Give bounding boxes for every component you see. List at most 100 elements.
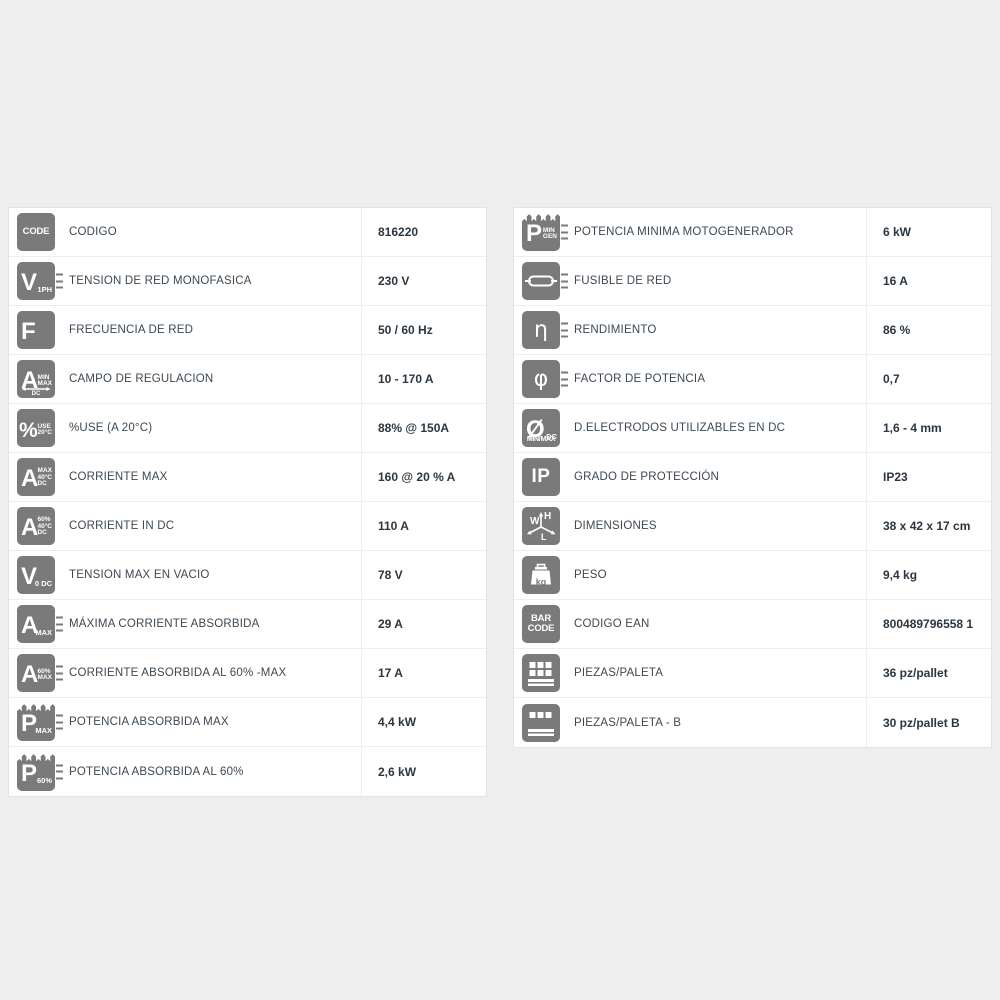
pallet-pieces-b-icon bbox=[522, 703, 568, 743]
spec-label-cell: BAR CODE CODIGO EAN bbox=[514, 600, 867, 648]
svg-text:H: H bbox=[544, 511, 551, 522]
spec-row: V 1PH TENSION DE RED MONOFASICA 230 V bbox=[9, 257, 486, 306]
spec-value-cell: 9,4 kg bbox=[867, 551, 991, 599]
spec-value-text: 800489796558 1 bbox=[883, 617, 974, 631]
weight-unit-label: kg bbox=[535, 577, 547, 587]
generator-min-power-icon: P MIN GEN bbox=[522, 212, 568, 252]
spec-value-text: 110 A bbox=[378, 519, 409, 533]
current-60-dc-icon: A 60% 40°C DC bbox=[17, 506, 63, 546]
spec-row: A 60% MAX CORRIENTE ABSORBIDA AL 60% -MAX 17… bbox=[9, 649, 486, 698]
spec-label-cell: IP GRADO DE PROTECCIÓN bbox=[514, 453, 867, 501]
spec-table-right: P MIN GEN POTENCIA MINIMA MOTOGENERADOR 6 kW… bbox=[513, 207, 992, 748]
weight-glyph bbox=[531, 563, 551, 585]
icon-glyph-main: A bbox=[21, 514, 39, 541]
fuse-glyph bbox=[525, 275, 557, 287]
spec-value-text: 50 / 60 Hz bbox=[378, 323, 433, 337]
spec-value-cell: 110 A bbox=[362, 502, 486, 550]
spec-label-text: GRADO DE PROTECCIÓN bbox=[574, 471, 720, 483]
spec-value-text: 6 kW bbox=[883, 225, 912, 239]
spec-value-cell: 816220 bbox=[362, 208, 486, 256]
spec-label-text: CORRIENTE MAX bbox=[69, 471, 168, 483]
connector-ticks-icon bbox=[561, 322, 568, 338]
current-max-icon: A MAX 40°C DC bbox=[17, 457, 63, 497]
spec-label-text: POTENCIA ABSORBIDA AL 60% bbox=[69, 765, 244, 778]
spec-value-cell: 10 - 170 A bbox=[362, 355, 486, 403]
spec-label-cell: V 0 DC TENSION MAX EN VACIO bbox=[9, 551, 362, 599]
spec-label-cell: CODE CODIGO bbox=[9, 208, 362, 256]
code-icon: CODE bbox=[17, 212, 63, 252]
connector-ticks-icon bbox=[56, 616, 63, 632]
spec-row: A 60% 40°C DC CORRIENTE IN DC 110 A bbox=[9, 502, 486, 551]
spec-value-cell: 800489796558 1 bbox=[867, 600, 991, 648]
icon-glyph-sub: 60% bbox=[36, 775, 52, 785]
connector-ticks-icon bbox=[56, 764, 63, 779]
spec-value-cell: 1,6 - 4 mm bbox=[867, 404, 991, 452]
pallet-glyph bbox=[528, 662, 554, 686]
spec-row: IP GRADO DE PROTECCIÓN IP23 bbox=[514, 453, 991, 502]
mains-voltage-1ph-icon-box: V 1PH bbox=[17, 262, 55, 300]
icon-glyph-greek: φ bbox=[533, 366, 549, 392]
spec-label-cell: A MIN MAX DC CAMPO DE REGULACION bbox=[9, 355, 362, 403]
spec-value-text: 160 @ 20 % A bbox=[378, 470, 456, 484]
icon-glyph-main: % bbox=[19, 419, 38, 442]
duty-cycle-percent-icon: % USE 20°C bbox=[17, 408, 63, 448]
spec-row: φ FACTOR DE POTENCIA 0,7 bbox=[514, 355, 991, 404]
spec-value-cell: 16 A bbox=[867, 257, 991, 305]
connector-ticks-icon bbox=[56, 273, 63, 289]
absorbed-current-max-icon: A MAX bbox=[17, 604, 63, 644]
power-factor-phi-icon: φ bbox=[522, 359, 568, 399]
spec-label-cell: F FRECUENCIA DE RED bbox=[9, 306, 362, 354]
frequency-icon-box: F bbox=[17, 311, 55, 349]
spec-label-cell: A MAX MÁXIMA CORRIENTE ABSORBIDA bbox=[9, 600, 362, 648]
spec-value-cell: 0,7 bbox=[867, 355, 991, 403]
spec-value-text: 17 A bbox=[378, 666, 403, 680]
spec-row: F FRECUENCIA DE RED 50 / 60 Hz bbox=[9, 306, 486, 355]
spec-label-text: %USE (A 20°C) bbox=[69, 422, 153, 434]
icon-glyph-sub: 1PH bbox=[37, 285, 52, 294]
spec-value-cell: 6 kW bbox=[867, 208, 991, 256]
spec-row: CODE CODIGO 816220 bbox=[9, 208, 486, 257]
spec-row: P MAX POTENCIA ABSORBIDA MAX 4,4 kW bbox=[9, 698, 486, 747]
spec-value-cell: 50 / 60 Hz bbox=[362, 306, 486, 354]
spec-label-text: PIEZAS/PALETA bbox=[574, 667, 664, 679]
spec-row: W H L DIMENSIONES 38 x 42 x 17 cm bbox=[514, 502, 991, 551]
spec-label-cell: φ FACTOR DE POTENCIA bbox=[514, 355, 867, 403]
spec-value-cell: 4,4 kW bbox=[362, 698, 486, 746]
spec-label-cell: V 1PH TENSION DE RED MONOFASICA bbox=[9, 257, 362, 305]
spec-label-cell: A MAX 40°C DC CORRIENTE MAX bbox=[9, 453, 362, 501]
spec-value-text: 0,7 bbox=[883, 372, 900, 386]
code-icon-box: CODE bbox=[17, 213, 55, 251]
spec-value-text: 78 V bbox=[378, 568, 403, 582]
spec-value-text: 30 pz/pallet B bbox=[883, 715, 960, 730]
efficiency-eta-icon-box: η bbox=[522, 311, 560, 349]
current-max-icon-box: A MAX 40°C DC bbox=[17, 458, 55, 496]
icon-glyph-main: V bbox=[21, 269, 38, 296]
spec-value-text: 36 pz/pallet bbox=[883, 666, 948, 680]
icon-glyph-text: CODE bbox=[22, 226, 50, 238]
open-circuit-voltage-icon-box: V 0 DC bbox=[17, 556, 55, 594]
spec-value-cell: 38 x 42 x 17 cm bbox=[867, 502, 991, 550]
spec-value-cell: 78 V bbox=[362, 551, 486, 599]
svg-text:L: L bbox=[541, 532, 547, 542]
weight-kg-icon: kg bbox=[522, 555, 568, 595]
spec-label-cell: FUSIBLE DE RED bbox=[514, 257, 867, 305]
dimensions-whl-icon-box: WHL bbox=[522, 507, 560, 545]
spec-label-cell: P MIN GEN POTENCIA MINIMA MOTOGENERADOR bbox=[514, 208, 867, 256]
spec-value-cell: 36 pz/pallet bbox=[867, 649, 991, 697]
spec-label-text: CORRIENTE ABSORBIDA AL 60% -MAX bbox=[69, 667, 287, 679]
barcode-icon-box: BAR CODE bbox=[522, 605, 560, 643]
absorbed-power-max-icon: P MAX bbox=[17, 702, 63, 742]
absorbed-current-max-icon-box: A MAX bbox=[17, 605, 55, 643]
spec-table-left: CODE CODIGO 816220 V 1PH TENSION DE RED MONOF… bbox=[8, 207, 487, 797]
spec-label-text: CAMPO DE REGULACION bbox=[69, 373, 214, 385]
spec-label-cell: A 60% MAX CORRIENTE ABSORBIDA AL 60% -MAX bbox=[9, 649, 362, 697]
spec-tables-container: CODE CODIGO 816220 V 1PH TENSION DE RED MONOF… bbox=[8, 207, 992, 797]
icon-glyph-sub: 60% 40°C DC bbox=[37, 516, 52, 537]
power-factor-phi-icon-box: φ bbox=[522, 360, 560, 398]
absorbed-power-60-icon: P 60% bbox=[17, 752, 63, 792]
spec-value-text: 9,4 kg bbox=[883, 568, 918, 582]
spec-label-text: PIEZAS/PALETA - B bbox=[574, 716, 682, 729]
icon-glyph-sub: MIN GEN bbox=[542, 226, 557, 241]
icon-glyph-text: IP bbox=[531, 466, 551, 487]
spec-row: PIEZAS/PALETA 36 pz/pallet bbox=[514, 649, 991, 698]
